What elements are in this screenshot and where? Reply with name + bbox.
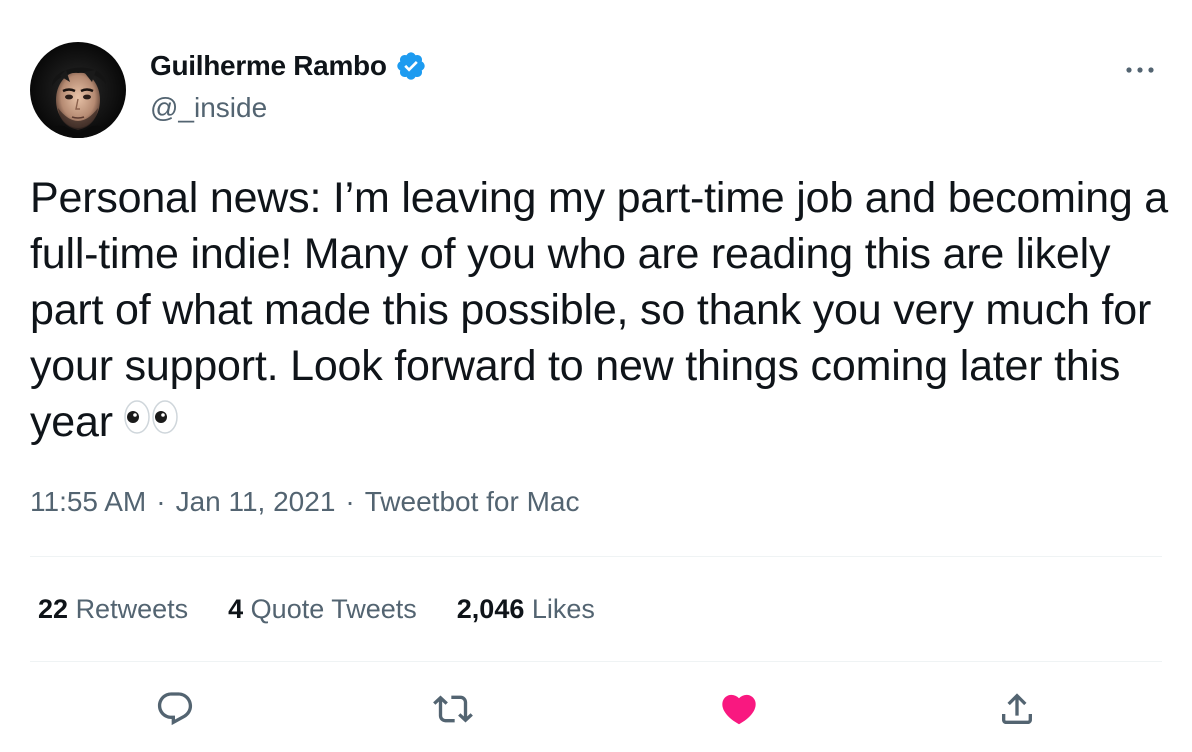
reply-icon bbox=[157, 692, 193, 726]
likes-count: 2,046 bbox=[456, 594, 525, 624]
retweets-count: 22 bbox=[38, 594, 69, 624]
author-name-row[interactable]: Guilherme Rambo bbox=[150, 50, 427, 82]
avatar[interactable] bbox=[30, 42, 126, 138]
tweet-time[interactable]: 11:55 AM bbox=[30, 486, 146, 518]
more-dots-icon bbox=[1126, 67, 1154, 73]
tweet-actions bbox=[0, 684, 1192, 734]
quote-tweets-label: Quote Tweets bbox=[250, 594, 417, 624]
share-button[interactable] bbox=[992, 684, 1042, 734]
like-button[interactable] bbox=[714, 684, 764, 734]
more-options-button[interactable] bbox=[1118, 52, 1162, 88]
meta-separator: · bbox=[156, 486, 166, 517]
meta-separator: · bbox=[345, 486, 355, 517]
quote-tweets-stat[interactable]: 4 Quote Tweets bbox=[228, 594, 417, 625]
divider bbox=[30, 556, 1162, 557]
verified-badge-icon bbox=[395, 50, 427, 82]
quote-tweets-count: 4 bbox=[228, 594, 244, 624]
share-icon bbox=[1002, 693, 1032, 724]
author-name[interactable]: Guilherme Rambo bbox=[150, 50, 387, 82]
tweet-card: Guilherme Rambo @_inside Personal news: … bbox=[0, 0, 1192, 752]
divider bbox=[30, 661, 1162, 662]
author-handle[interactable]: @_inside bbox=[150, 92, 267, 124]
tweet-text: Personal news: I’m leaving my part-time … bbox=[30, 170, 1170, 453]
retweets-label: Retweets bbox=[75, 594, 189, 624]
likes-stat[interactable]: 2,046 Likes bbox=[457, 594, 595, 625]
likes-label: Likes bbox=[531, 594, 595, 624]
tweet-meta: 11:55 AM · Jan 11, 2021 · Tweetbot for M… bbox=[30, 486, 580, 518]
tweet-source[interactable]: Tweetbot for Mac bbox=[365, 486, 580, 518]
reply-button[interactable] bbox=[150, 684, 200, 734]
retweet-button[interactable] bbox=[428, 684, 478, 734]
tweet-stats: 22 Retweets 4 Quote Tweets 2,046 Likes bbox=[38, 594, 595, 625]
tweet-date[interactable]: Jan 11, 2021 bbox=[176, 486, 336, 518]
eyes-emoji-icon bbox=[123, 393, 179, 449]
retweet-icon bbox=[433, 695, 473, 723]
retweets-stat[interactable]: 22 Retweets bbox=[38, 594, 188, 625]
avatar-image bbox=[30, 42, 126, 138]
like-icon bbox=[722, 694, 756, 725]
tweet-body: Personal news: I’m leaving my part-time … bbox=[30, 174, 1168, 446]
